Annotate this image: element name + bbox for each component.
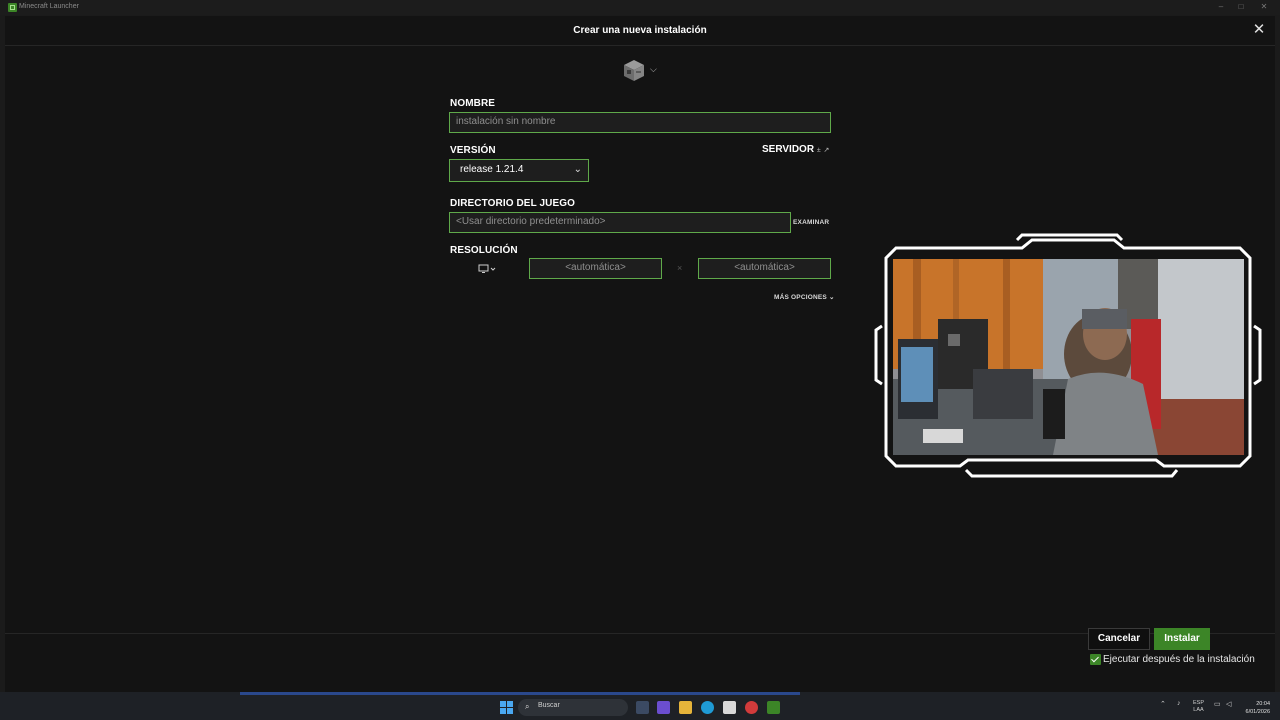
network-icon[interactable]: ▭ bbox=[1214, 700, 1221, 708]
resolution-preset-select[interactable] bbox=[478, 263, 502, 275]
more-options-button[interactable]: MÁS OPCIONES ⌄ bbox=[774, 293, 835, 301]
plus-icon: ± bbox=[816, 147, 821, 154]
clock-time: 20:04 bbox=[1256, 701, 1270, 707]
window-title: Minecraft Launcher bbox=[19, 3, 79, 10]
directory-label: DIRECTORIO DEL JUEGO bbox=[450, 198, 575, 209]
taskbar-search-label: Buscar bbox=[538, 702, 560, 709]
minecraft-app-icon bbox=[8, 3, 17, 12]
window-close-icon[interactable]: ✕ bbox=[1256, 1, 1272, 13]
monitor-icon bbox=[478, 264, 496, 273]
taskbar-clock[interactable]: 20:04 6/01/2026 bbox=[1238, 700, 1270, 716]
browse-button[interactable]: EXAMINAR bbox=[793, 219, 829, 226]
language-line-1: ESP bbox=[1193, 700, 1205, 706]
volume-icon[interactable]: ◁ bbox=[1226, 700, 1231, 708]
maximize-icon[interactable]: □ bbox=[1233, 1, 1249, 13]
footer-divider bbox=[5, 633, 1275, 634]
webcam-overlay bbox=[872, 230, 1262, 478]
copilot-icon[interactable] bbox=[657, 701, 670, 714]
task-view-icon[interactable] bbox=[636, 701, 649, 714]
close-icon[interactable]: ✕ bbox=[1251, 22, 1267, 38]
file-explorer-icon[interactable] bbox=[679, 701, 692, 714]
language-indicator[interactable]: ESP LAA bbox=[1193, 700, 1204, 714]
run-after-install-checkbox[interactable] bbox=[1090, 654, 1101, 665]
external-link-icon: ↗ bbox=[823, 147, 830, 154]
edge-icon[interactable] bbox=[701, 701, 714, 714]
more-options-label: MÁS OPCIONES bbox=[774, 294, 827, 301]
header-divider bbox=[5, 45, 1275, 46]
window-titlebar: Minecraft Launcher – □ ✕ bbox=[0, 0, 1280, 15]
resolution-separator: × bbox=[677, 263, 683, 273]
resolution-height-input[interactable]: <automática> bbox=[698, 258, 831, 279]
minimize-icon[interactable]: – bbox=[1213, 1, 1229, 13]
name-label: NOMBRE bbox=[450, 98, 496, 109]
store-icon[interactable] bbox=[723, 701, 736, 714]
clock-date: 6/01/2026 bbox=[1245, 709, 1270, 715]
install-button[interactable]: Instalar bbox=[1154, 628, 1210, 650]
webcam-hud-frame bbox=[874, 233, 1262, 478]
chevron-down-icon: ⌄ bbox=[573, 164, 582, 175]
server-label: SERVIDOR bbox=[762, 144, 815, 155]
tray-chevron-icon[interactable]: ⌃ bbox=[1160, 700, 1166, 708]
version-value: release 1.21.4 bbox=[460, 164, 524, 175]
directory-input[interactable]: <Usar directorio predeterminado> bbox=[449, 212, 791, 233]
search-icon: ⌕ bbox=[525, 702, 530, 711]
mic-icon[interactable]: ♪ bbox=[1177, 700, 1181, 707]
furnace-block-icon bbox=[624, 60, 644, 81]
chevron-down-icon: ⌵ bbox=[650, 64, 657, 74]
resolution-label: RESOLUCIÓN bbox=[450, 245, 518, 256]
server-link[interactable]: SERVIDOR ± ↗ bbox=[762, 144, 829, 155]
taskbar-highlight bbox=[240, 692, 800, 695]
minecraft-taskbar-icon[interactable] bbox=[767, 701, 780, 714]
resolution-width-input[interactable]: <automática> bbox=[529, 258, 662, 279]
run-after-install-label: Ejecutar después de la instalación bbox=[1103, 654, 1255, 665]
installation-icon-picker[interactable]: ⌵ bbox=[622, 58, 662, 84]
chrome-icon[interactable] bbox=[745, 701, 758, 714]
dialog-title: Crear una nueva instalación bbox=[573, 25, 707, 36]
version-select[interactable]: release 1.21.4 ⌄ bbox=[449, 159, 589, 182]
name-input[interactable]: instalación sin nombre bbox=[449, 112, 831, 133]
cancel-button[interactable]: Cancelar bbox=[1088, 628, 1150, 650]
language-line-2: LAA bbox=[1193, 707, 1204, 713]
chevron-down-icon: ⌄ bbox=[828, 294, 835, 301]
taskbar-search[interactable]: ⌕ Buscar bbox=[518, 699, 628, 716]
windows-start-icon[interactable] bbox=[500, 701, 513, 714]
version-label: VERSIÓN bbox=[450, 145, 496, 156]
